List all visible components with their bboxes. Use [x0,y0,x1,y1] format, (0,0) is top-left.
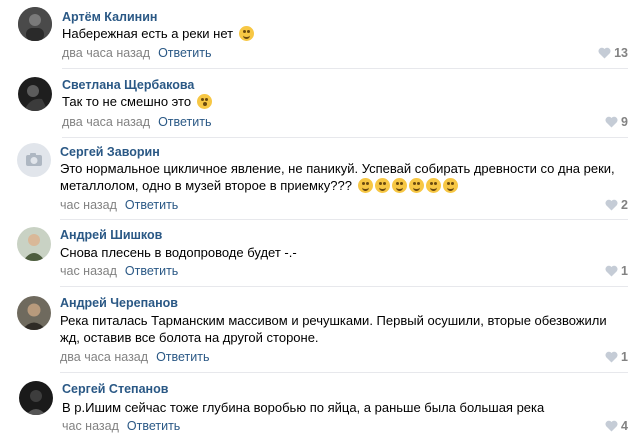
comment-divider [62,68,628,69]
like-button[interactable]: 1 [605,264,628,278]
surprised-emoji-icon [196,94,212,109]
comment-text: Снова плесень в водопроводе будет -.- [60,244,640,261]
grin-emoji-icon [374,178,390,193]
comment-text: Это нормальное цикличное явление, не пан… [60,160,640,194]
laugh-emoji-icon [442,178,458,193]
heart-icon [605,420,618,432]
comment-text-line-2: жд, оставив все болота на другой стороне… [60,330,319,345]
comment-meta: час назад Ответить [60,198,178,212]
grin-emoji-icon [391,178,407,193]
laugh-emoji-icon [238,26,254,41]
comment-author[interactable]: Сергей Степанов [62,382,168,396]
comment-text: Набережная есть а реки нет [62,25,642,42]
avatar[interactable] [18,7,52,41]
heart-icon [605,351,618,363]
comment-text: В р.Ишим сейчас тоже глубина воробью по … [62,399,642,416]
heart-icon [605,116,618,128]
comment-text-content: металлолом, одно в музей второе в приемк… [60,178,352,193]
like-count: 2 [621,198,628,212]
comment-text-content: В р.Ишим сейчас тоже глубина воробью по … [62,400,545,415]
avatar[interactable] [17,296,51,330]
reply-link[interactable]: Ответить [125,198,178,212]
reply-link[interactable]: Ответить [158,115,211,129]
comment-divider [62,137,628,138]
comment-time[interactable]: час назад [60,264,117,278]
avatar[interactable] [18,77,52,111]
heart-icon [605,265,618,277]
like-button[interactable]: 13 [598,46,628,60]
comment-divider [60,286,628,287]
avatar[interactable] [19,381,53,415]
like-button[interactable]: 2 [605,198,628,212]
comment-text: Так то не смешно это [62,93,642,110]
comment-author[interactable]: Андрей Шишков [60,228,162,242]
comment-divider [60,219,628,220]
comment-meta: час назад Ответить [62,419,180,433]
comment-text-content: Так то не смешно это [62,94,192,109]
comment-time[interactable]: два часа назад [62,46,150,60]
comment-author[interactable]: Артём Калинин [62,10,157,24]
like-button[interactable]: 9 [605,115,628,129]
comment-text-line: Река питалась Тарманским массивом и речу… [60,313,607,328]
comment-time[interactable]: два часа назад [62,115,150,129]
heart-icon [605,199,618,211]
comment-time[interactable]: час назад [60,198,117,212]
comment-author[interactable]: Сергей Заворин [60,145,160,159]
like-button[interactable]: 4 [605,419,628,433]
heart-icon [598,47,611,59]
avatar[interactable] [17,143,51,177]
comment-author[interactable]: Светлана Щербакова [62,78,194,92]
laugh-emoji-icon [425,178,441,193]
reply-link[interactable]: Ответить [158,46,211,60]
reply-link[interactable]: Ответить [125,264,178,278]
comment-meta: два часа назад Ответить [60,350,210,364]
comment-time[interactable]: час назад [62,419,119,433]
comment-time[interactable]: два часа назад [60,350,148,364]
laugh-emoji-icon [408,178,424,193]
like-count: 1 [621,264,628,278]
grin-emoji-icon [357,178,373,193]
comment-divider [60,372,628,373]
like-count: 9 [621,115,628,129]
comment-text: Река питалась Тарманским массивом и речу… [60,312,640,346]
like-count: 13 [614,46,628,60]
comment-meta: час назад Ответить [60,264,178,278]
comment-meta: два часа назад Ответить [62,115,212,129]
comment-meta: два часа назад Ответить [62,46,212,60]
comment-text-content: Снова плесень в водопроводе будет -.- [60,245,297,260]
comment-text-content: Набережная есть а реки нет [62,26,234,41]
reply-link[interactable]: Ответить [156,350,209,364]
like-button[interactable]: 1 [605,350,628,364]
reply-link[interactable]: Ответить [127,419,180,433]
comment-author[interactable]: Андрей Черепанов [60,296,178,310]
like-count: 4 [621,419,628,433]
like-count: 1 [621,350,628,364]
avatar[interactable] [17,227,51,261]
comment-text-line-2: металлолом, одно в музей второе в приемк… [60,177,640,194]
comment-text-line: Это нормальное цикличное явление, не пан… [60,161,615,176]
